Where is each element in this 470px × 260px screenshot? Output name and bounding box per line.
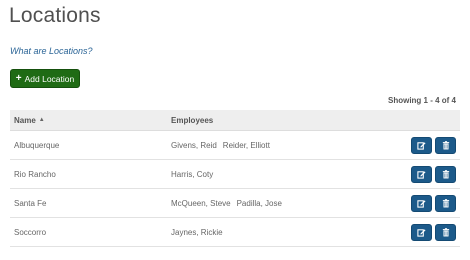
- row-actions: [400, 194, 460, 212]
- employee-list: McQueen, Steve Padilla, Jose: [171, 199, 400, 208]
- trash-icon: [442, 140, 450, 150]
- location-name: Albuquerque: [14, 140, 60, 150]
- help-link[interactable]: What are Locations?: [10, 46, 93, 56]
- edit-icon: [417, 170, 426, 179]
- location-name: Rio Rancho: [14, 169, 56, 179]
- table-row: Albuquerque Givens, Reid Reider, Elliott: [10, 131, 460, 160]
- employee-list: Jaynes, Rickie: [171, 228, 400, 237]
- employee-list: Harris, Coty: [171, 170, 400, 179]
- row-actions: [400, 223, 460, 241]
- employee-name: Reider, Elliott: [222, 140, 270, 150]
- edit-icon: [417, 228, 426, 237]
- employee-name: Harris, Coty: [171, 169, 214, 179]
- column-header-employees: Employees: [171, 115, 214, 125]
- delete-button[interactable]: [435, 165, 456, 183]
- edit-icon: [417, 199, 426, 208]
- employee-name: Padilla, Jose: [236, 198, 282, 208]
- locations-table: Name ▲ Employees Albuquerque Givens, Reid…: [10, 110, 460, 247]
- trash-icon: [442, 169, 450, 179]
- delete-button[interactable]: [435, 136, 456, 154]
- delete-button[interactable]: [435, 223, 456, 241]
- sort-up-icon: ▲: [38, 117, 45, 123]
- edit-button[interactable]: [411, 165, 432, 183]
- edit-button[interactable]: [411, 194, 432, 212]
- row-actions: [400, 136, 460, 154]
- table-row: Santa Fe McQueen, Steve Padilla, Jose: [10, 189, 460, 218]
- column-header-name[interactable]: Name ▲: [10, 116, 171, 125]
- row-actions: [400, 165, 460, 183]
- delete-button[interactable]: [435, 194, 456, 212]
- table-row: Rio Rancho Harris, Coty: [10, 160, 460, 189]
- table-body: Albuquerque Givens, Reid Reider, Elliott Ri…: [10, 131, 460, 247]
- page-title: Locations: [9, 4, 101, 27]
- employee-name: Jaynes, Rickie: [171, 227, 223, 237]
- add-location-button[interactable]: + Add Location: [10, 69, 80, 88]
- location-name: Santa Fe: [14, 198, 47, 208]
- column-header-name-label: Name: [14, 115, 36, 125]
- results-count: Showing 1 - 4 of 4: [387, 96, 456, 105]
- edit-button[interactable]: [411, 223, 432, 241]
- plus-icon: +: [15, 72, 22, 84]
- employee-name: McQueen, Steve: [171, 198, 231, 208]
- table-header: Name ▲ Employees: [10, 110, 460, 131]
- edit-icon: [417, 141, 426, 150]
- trash-icon: [442, 227, 450, 237]
- location-name: Soccorro: [14, 227, 47, 237]
- trash-icon: [442, 198, 450, 208]
- employee-list: Givens, Reid Reider, Elliott: [171, 141, 400, 150]
- add-location-label: Add Location: [24, 73, 75, 84]
- table-row: Soccorro Jaynes, Rickie: [10, 218, 460, 247]
- edit-button[interactable]: [411, 136, 432, 154]
- employee-name: Givens, Reid: [171, 140, 217, 150]
